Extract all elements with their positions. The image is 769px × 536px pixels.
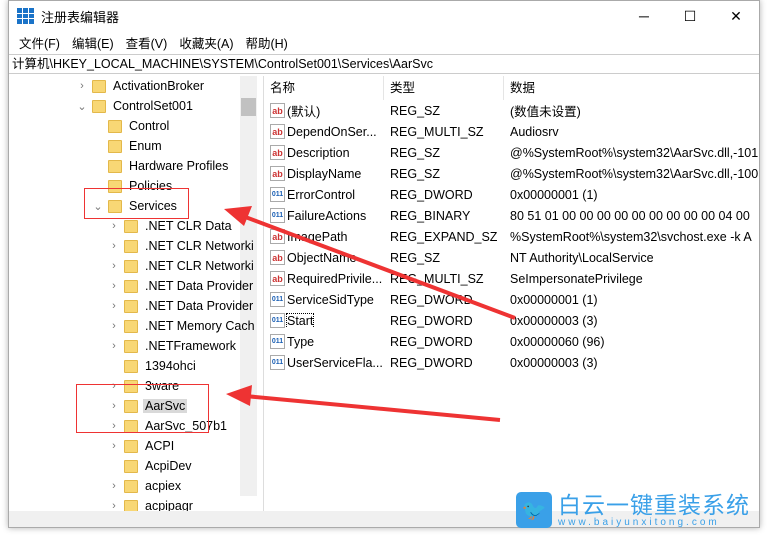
watermark-title: 白云一键重装系统 <box>558 491 750 518</box>
watermark: 🐦 白云一键重装系统 www.baiyunxitong.com <box>516 492 750 528</box>
bird-logo-icon: 🐦 <box>516 492 552 528</box>
annotation-arrow-head <box>224 206 252 226</box>
annotation-arrow-head <box>226 385 252 406</box>
annotation-arrow-line <box>244 394 501 422</box>
annotation-arrow-line <box>239 213 516 320</box>
annotation-arrows <box>224 206 516 422</box>
watermark-url: www.baiyunxitong.com <box>558 516 720 528</box>
